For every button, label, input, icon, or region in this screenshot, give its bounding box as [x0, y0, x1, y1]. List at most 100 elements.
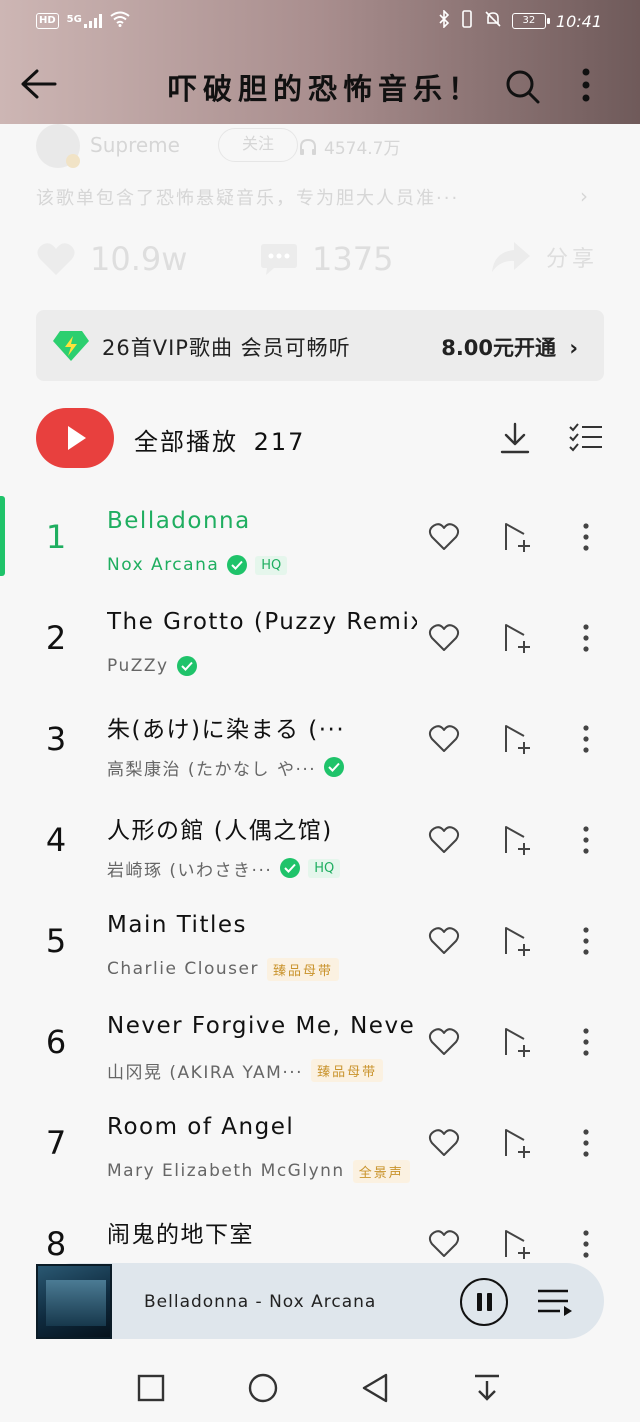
bluetooth-icon — [438, 9, 450, 32]
heart-icon[interactable] — [428, 1229, 460, 1259]
headphones-icon — [300, 138, 316, 155]
song-meta: PuZZy — [107, 653, 197, 679]
search-button[interactable] — [500, 64, 544, 108]
download-button[interactable] — [498, 420, 532, 456]
add-to-playlist-icon[interactable] — [502, 520, 534, 554]
add-to-playlist-icon[interactable] — [502, 1227, 534, 1261]
playlist-queue-button[interactable] — [536, 1285, 574, 1319]
pull-down-icon — [475, 1374, 499, 1401]
circle-icon — [248, 1373, 278, 1403]
song-index: 6 — [45, 1023, 67, 1061]
song-row[interactable]: 5 Main Titles Charlie Clouser 臻品母带 — [0, 890, 640, 991]
mini-player[interactable]: Belladonna - Nox Arcana — [36, 1263, 604, 1339]
song-title: Main Titles — [107, 912, 247, 938]
heart-icon[interactable] — [428, 825, 460, 855]
play-all-text: 全部播放 — [134, 428, 238, 456]
vip-banner-text: 26首VIP歌曲 会员可畅听 — [102, 336, 351, 360]
pause-icon-bar — [486, 1293, 492, 1311]
owner-name[interactable]: Supreme — [90, 133, 180, 157]
comment-count: 1375 — [312, 240, 394, 278]
verified-icon — [176, 656, 197, 676]
song-title: 朱(あけ)に染まる (··· — [107, 717, 346, 743]
vip-banner[interactable]: 26首VIP歌曲 会员可畅听 8.00元开通 › — [36, 310, 604, 381]
more-vertical-icon[interactable] — [574, 823, 598, 857]
verified-icon — [227, 555, 248, 575]
song-title: 闹鬼的地下室 — [107, 1222, 254, 1248]
song-row[interactable]: 3 朱(あけ)に染まる (··· 高梨康治 (たかなし や··· — [0, 688, 640, 789]
heart-icon[interactable] — [428, 926, 460, 956]
heart-icon[interactable] — [428, 522, 460, 552]
song-artist: Nox Arcana — [107, 555, 220, 575]
quality-badge: 臻品母带 — [311, 1058, 384, 1082]
song-artist: Charlie Clouser — [107, 959, 259, 979]
back-button[interactable] — [16, 64, 60, 104]
song-row[interactable]: 1 Belladonna Nox Arcana HQ — [0, 486, 640, 587]
quality-badge: 全景声 — [352, 1159, 410, 1183]
like-count: 10.9w — [90, 240, 188, 278]
playlist-description[interactable]: 该歌单包含了恐怖悬疑音乐，专为胆大人员准··· — [36, 184, 596, 210]
diamond-icon — [53, 331, 89, 361]
song-index: 5 — [45, 922, 67, 960]
multi-select-button[interactable] — [568, 422, 604, 454]
follow-button[interactable]: 关注 — [218, 128, 298, 162]
pause-button[interactable] — [460, 1278, 508, 1326]
song-row[interactable]: 4 人形の館 (人偶之馆) 岩崎琢 (いわさき··· HQ — [0, 789, 640, 890]
arrow-left-icon — [21, 69, 57, 99]
notification-pull-button[interactable] — [469, 1370, 505, 1406]
song-count: 217 — [253, 428, 306, 456]
more-vertical-icon[interactable] — [574, 1126, 598, 1160]
heart-icon[interactable] — [428, 1128, 460, 1158]
song-index: 4 — [45, 821, 67, 859]
comments-button[interactable]: 1375 — [260, 240, 393, 278]
vip-price-value: 8.00元开通 — [441, 336, 557, 360]
more-vertical-icon[interactable] — [574, 722, 598, 756]
title-bar: 吓破胆的恐怖音乐！ — [0, 44, 640, 124]
song-index: 3 — [45, 720, 67, 758]
recent-apps-button[interactable] — [133, 1370, 169, 1406]
back-nav-button[interactable] — [357, 1370, 393, 1406]
add-to-playlist-icon[interactable] — [502, 823, 534, 857]
share-label: 分享 — [546, 247, 599, 272]
now-playing-title[interactable]: Belladonna - Nox Arcana — [144, 1292, 376, 1312]
song-meta: Mary Elizabeth McGlynn 全景声 — [107, 1158, 410, 1184]
owner-row: Supreme 关注 4574.7万 — [36, 124, 616, 168]
heart-icon[interactable] — [428, 623, 460, 653]
chevron-right-icon[interactable]: › — [580, 184, 588, 208]
heart-icon[interactable] — [428, 724, 460, 754]
add-to-playlist-icon[interactable] — [502, 722, 534, 756]
vibrate-icon — [460, 10, 474, 32]
song-index: 2 — [45, 619, 67, 657]
song-meta: Charlie Clouser 臻品母带 — [107, 956, 339, 982]
status-bar: HD 5G 32 10:41 — [0, 0, 640, 44]
play-all-label[interactable]: 全部播放 217 — [134, 422, 305, 457]
more-vertical-icon[interactable] — [574, 924, 598, 958]
song-title: Room of Angel — [107, 1114, 295, 1140]
add-to-playlist-icon[interactable] — [502, 924, 534, 958]
checklist-icon — [569, 423, 602, 452]
more-vertical-icon[interactable] — [574, 1025, 598, 1059]
share-icon — [492, 242, 530, 272]
share-button[interactable]: 分享 — [490, 240, 598, 274]
song-title: Belladonna — [107, 508, 251, 534]
triangle-back-icon — [362, 1373, 388, 1403]
verified-icon — [324, 757, 345, 777]
song-meta: Nox Arcana HQ — [107, 552, 288, 578]
chevron-right-icon: › — [569, 336, 578, 360]
heart-icon[interactable] — [428, 1027, 460, 1057]
add-to-playlist-icon[interactable] — [502, 621, 534, 655]
song-row[interactable]: 2 The Grotto (Puzzy Remix) PuZZy — [0, 587, 640, 688]
quality-badge: HQ — [255, 555, 288, 575]
add-to-playlist-icon[interactable] — [502, 1126, 534, 1160]
more-vertical-icon[interactable] — [574, 1227, 598, 1261]
song-row[interactable]: 6 Never Forgive Me, Neve··· 山冈晃 (AKIRA YAM… — [0, 991, 640, 1092]
more-vertical-icon[interactable] — [574, 520, 598, 554]
song-row[interactable]: 7 Room of Angel Mary Elizabeth McGlynn 全景声 — [0, 1092, 640, 1193]
more-vertical-icon[interactable] — [574, 621, 598, 655]
song-index: 8 — [45, 1225, 67, 1263]
add-to-playlist-icon[interactable] — [502, 1025, 534, 1059]
like-playlist-button[interactable]: 10.9w — [36, 240, 187, 278]
more-options-button[interactable] — [568, 64, 604, 108]
album-cover[interactable] — [36, 1264, 112, 1339]
home-button[interactable] — [245, 1370, 281, 1406]
play-all-button[interactable] — [36, 408, 114, 468]
